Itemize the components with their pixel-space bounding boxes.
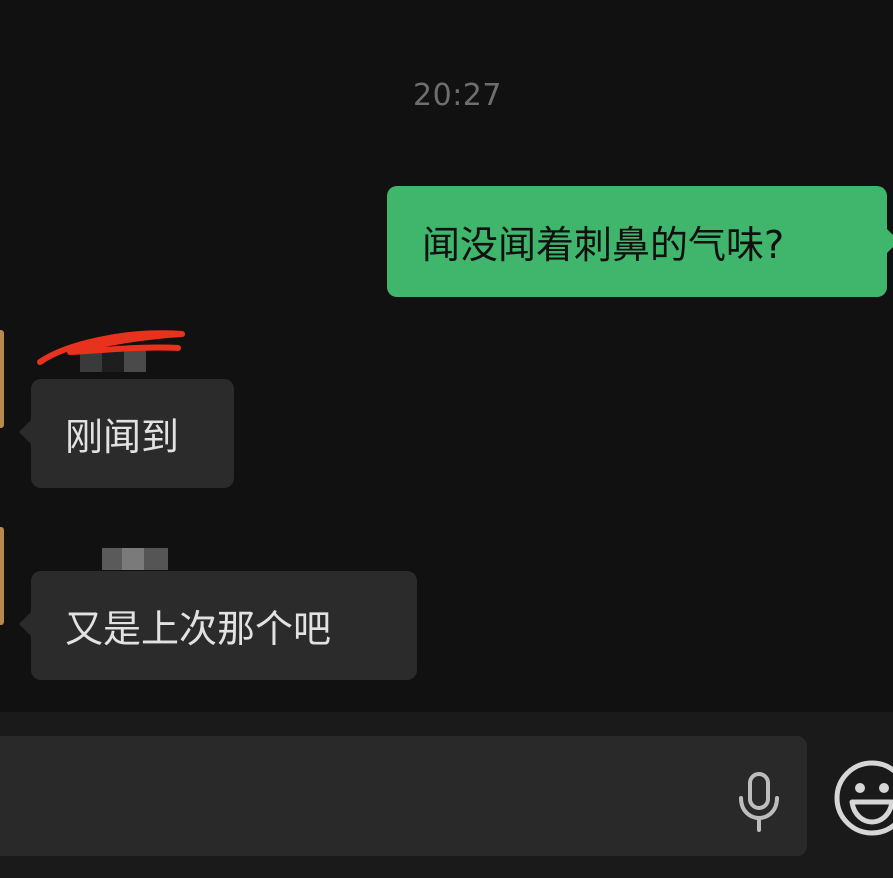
outgoing-message-text: 闻没闻着刺鼻的气味? bbox=[422, 223, 785, 267]
sender-name-redacted bbox=[102, 548, 168, 570]
chat-message-area[interactable]: 20:27 闻没闻着刺鼻的气味? 刚闻到 又是上次那个吧 bbox=[0, 0, 893, 712]
contact-avatar[interactable] bbox=[0, 527, 4, 625]
incoming-message-text: 刚闻到 bbox=[65, 415, 180, 459]
message-input-field[interactable] bbox=[0, 736, 807, 856]
microphone-icon[interactable] bbox=[734, 772, 784, 832]
red-scribble-redaction bbox=[37, 330, 185, 365]
incoming-message-text: 又是上次那个吧 bbox=[65, 607, 332, 651]
message-timestamp: 20:27 bbox=[413, 78, 502, 113]
outgoing-message-bubble[interactable]: 闻没闻着刺鼻的气味? bbox=[387, 186, 893, 297]
incoming-message-bubble[interactable]: 刚闻到 bbox=[19, 379, 234, 488]
contact-avatar[interactable] bbox=[0, 330, 4, 428]
smiley-face-icon[interactable] bbox=[832, 758, 893, 838]
incoming-message-bubble[interactable]: 又是上次那个吧 bbox=[19, 571, 417, 680]
